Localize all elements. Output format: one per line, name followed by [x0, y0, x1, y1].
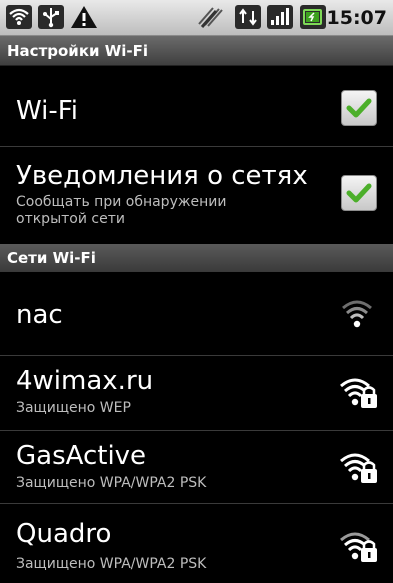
- wifi-networks-header: Сети Wi-Fi: [0, 244, 393, 272]
- network-item-4wimax[interactable]: 4wimax.ru Защищено WEP: [0, 356, 393, 430]
- checkmark-icon: [346, 183, 372, 203]
- wifi-locked-icon: [340, 532, 377, 562]
- vibrate-icon: [198, 7, 223, 28]
- network-item-nac[interactable]: nac: [0, 272, 393, 355]
- status-clock: 15:07: [326, 7, 387, 29]
- screen-title-bar: Настройки Wi-Fi: [0, 36, 393, 66]
- wifi-toggle-checkbox[interactable]: [341, 90, 377, 126]
- network-security: Защищено WPA/WPA2 PSK: [16, 475, 207, 491]
- network-notifications-checkbox[interactable]: [341, 175, 377, 211]
- page-title: Настройки Wi-Fi: [7, 42, 149, 60]
- wifi-toggle-row[interactable]: Wi-Fi: [0, 66, 393, 146]
- network-ssid: nac: [16, 300, 63, 330]
- wifi-networks-header-label: Сети Wi-Fi: [7, 249, 96, 267]
- wifi-open-icon: [342, 300, 372, 328]
- signal-icon: [267, 5, 293, 29]
- wifi-bars-icon: [6, 5, 32, 29]
- network-notifications-summary-line1: Сообщать при обнаружении: [16, 194, 227, 210]
- wifi-locked-icon: [340, 378, 377, 408]
- network-item-quadro[interactable]: Quadro Защищено WPA/WPA2 PSK: [0, 504, 393, 583]
- data-transfer-icon: [235, 5, 261, 29]
- network-security: Защищено WEP: [16, 400, 131, 416]
- wifi-locked-icon: [340, 453, 377, 483]
- checkmark-icon: [346, 98, 372, 118]
- network-item-gasactive[interactable]: GasActive Защищено WPA/WPA2 PSK: [0, 431, 393, 503]
- network-ssid: Quadro: [16, 519, 112, 549]
- network-notifications-row[interactable]: Уведомления о сетях Сообщать при обнаруж…: [0, 147, 393, 244]
- battery-icon: [300, 5, 326, 29]
- network-notifications-label: Уведомления о сетях: [16, 161, 308, 191]
- status-bar: 15:07: [0, 0, 393, 36]
- wifi-toggle-label: Wi-Fi: [16, 96, 79, 126]
- network-security: Защищено WPA/WPA2 PSK: [16, 556, 207, 572]
- network-notifications-summary-line2: открытой сети: [16, 211, 125, 227]
- network-ssid: 4wimax.ru: [16, 366, 154, 396]
- warning-icon: [71, 6, 97, 28]
- network-ssid: GasActive: [16, 441, 147, 471]
- usb-icon: [38, 5, 64, 29]
